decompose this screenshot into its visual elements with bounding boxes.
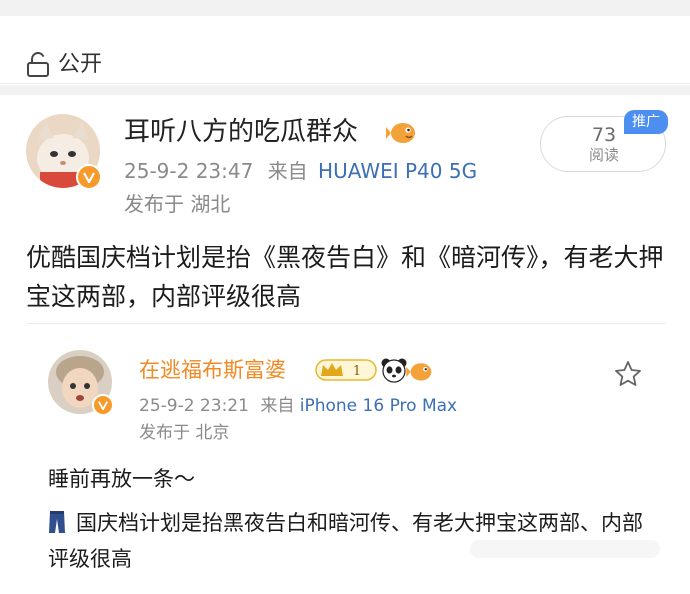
device-link[interactable]: HUAWEI P40 5G: [318, 159, 477, 183]
repost-meta: 25-9-2 23:21 来自 iPhone 16 Pro Max: [139, 394, 457, 418]
watermark: [470, 540, 660, 558]
author-avatar[interactable]: [26, 114, 102, 190]
repost-author-avatar[interactable]: [48, 350, 114, 416]
visibility-label: 公开: [58, 52, 103, 77]
star-icon[interactable]: [614, 360, 642, 388]
crown-level-badge[interactable]: 1: [315, 358, 377, 382]
repost-body-line1: 睡前再放一条～: [48, 467, 195, 491]
pufferfish-icon: [406, 363, 432, 381]
promote-badge[interactable]: 推广: [624, 110, 668, 134]
verified-v-icon: [92, 394, 114, 416]
post-body: 优酷国庆档计划是抬《黑夜告白》和《暗河传》，有老大押宝这两部，内部评级很高: [26, 243, 664, 311]
post-location: 发布于 湖北: [124, 192, 231, 216]
section-separator: [0, 85, 690, 95]
author-name[interactable]: 耳听八方的吃瓜群众: [124, 116, 358, 148]
lock-open-icon: [27, 52, 49, 77]
repost-source-prefix: 来自: [260, 396, 295, 416]
source-prefix: 来自: [267, 159, 308, 183]
divider: [26, 323, 666, 324]
post-time: 25-9-2 23:47: [124, 159, 254, 183]
repost-location: 发布于 北京: [139, 423, 230, 443]
verified-v-icon: [76, 164, 102, 190]
crown-level-text: 1: [353, 364, 361, 379]
panda-icon: [381, 358, 407, 383]
pufferfish-icon: [386, 123, 415, 143]
repost-device-link[interactable]: iPhone 16 Pro Max: [300, 396, 457, 416]
visibility-bar[interactable]: 公开: [0, 16, 690, 84]
top-strip: [0, 0, 690, 16]
post-meta: 25-9-2 23:47 来自 HUAWEI P40 5G: [124, 158, 477, 184]
jeans-icon: [49, 511, 65, 533]
views-label: 阅读: [588, 146, 619, 164]
repost-author-name[interactable]: 在逃福布斯富婆: [139, 356, 286, 384]
repost-time: 25-9-2 23:21: [139, 396, 249, 416]
